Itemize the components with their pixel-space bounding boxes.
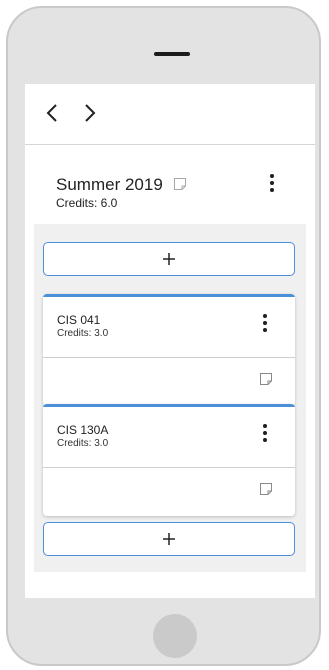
card-divider	[43, 467, 295, 468]
plus-icon	[163, 253, 175, 265]
course-card[interactable]: CIS 041 Credits: 3.0	[43, 294, 295, 406]
card-divider	[43, 357, 295, 358]
back-button[interactable]	[41, 100, 65, 126]
speaker-slot	[154, 52, 190, 56]
course-credits: Credits: 3.0	[57, 438, 109, 449]
card-accent-bar	[43, 294, 295, 297]
term-title: Summer 2019	[56, 175, 163, 194]
forward-button[interactable]	[77, 100, 101, 126]
add-course-button-bottom[interactable]	[43, 522, 295, 556]
app-screen: Summer 2019 Credits: 6.0 CIS 041 Credits…	[25, 84, 315, 598]
course-menu-button[interactable]	[255, 312, 275, 334]
note-icon[interactable]	[259, 482, 273, 496]
home-button[interactable]	[153, 614, 197, 658]
add-course-button-top[interactable]	[43, 242, 295, 276]
chevron-left-icon	[46, 104, 57, 122]
nav-bar	[25, 84, 315, 145]
card-accent-bar	[43, 404, 295, 407]
course-card[interactable]: CIS 130A Credits: 3.0	[43, 404, 295, 516]
term-menu-button[interactable]	[262, 172, 282, 194]
chevron-right-icon	[85, 104, 96, 122]
course-panel: CIS 041 Credits: 3.0 CIS 130A Credits: 3…	[34, 224, 306, 572]
course-credits: Credits: 3.0	[57, 328, 109, 339]
note-icon[interactable]	[259, 372, 273, 386]
term-credits: Credits: 6.0	[56, 196, 118, 210]
plus-icon	[163, 533, 175, 545]
course-code: CIS 130A	[57, 423, 109, 437]
course-code: CIS 041	[57, 313, 101, 327]
note-icon[interactable]	[173, 177, 187, 191]
course-menu-button[interactable]	[255, 422, 275, 444]
